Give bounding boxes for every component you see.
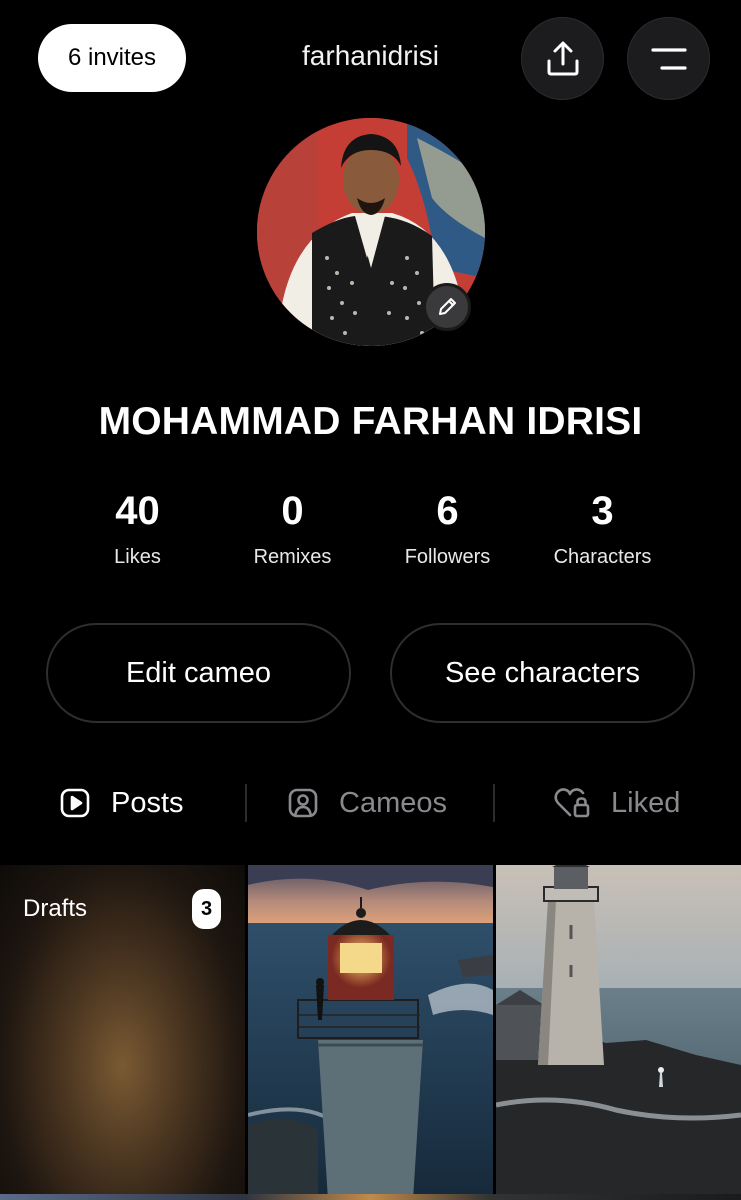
tab-liked[interactable]: Liked xyxy=(553,770,680,836)
drafts-label: Drafts xyxy=(23,895,88,922)
display-name: MOHAMMAD FARHAN IDRISI xyxy=(98,400,643,443)
profile-avatar-container[interactable] xyxy=(257,118,485,346)
stat-value: 3 xyxy=(591,489,614,533)
menu-icon xyxy=(650,47,687,70)
tab-divider xyxy=(493,784,495,822)
heart-lock-icon xyxy=(553,786,591,820)
invites-label: 6 invites xyxy=(67,44,157,71)
see-characters-button[interactable]: See characters xyxy=(390,623,695,723)
stat-value: 40 xyxy=(115,489,160,533)
tab-divider xyxy=(245,784,247,822)
post-thumbnail[interactable] xyxy=(496,865,741,1200)
share-icon xyxy=(547,41,578,75)
tab-label: Posts xyxy=(111,786,184,819)
pencil-icon xyxy=(439,298,456,315)
posts-grid: Drafts 3 xyxy=(0,865,741,1200)
next-row-thumbnails-edge xyxy=(0,1194,741,1200)
stat-characters[interactable]: 3 Characters xyxy=(525,488,680,569)
edit-cameo-label: Edit cameo xyxy=(125,656,272,689)
stat-label: Remixes xyxy=(253,546,332,568)
drafts-count-badge: 3 xyxy=(192,889,221,929)
profile-tabs: Posts Cameos Liked xyxy=(0,770,741,836)
post-thumbnail[interactable] xyxy=(248,865,493,1200)
stat-label: Followers xyxy=(404,546,491,568)
invites-button[interactable]: 6 invites xyxy=(38,24,186,92)
see-characters-label: See characters xyxy=(444,656,641,689)
person-square-icon xyxy=(287,787,319,819)
stat-followers[interactable]: 6 Followers xyxy=(370,488,525,569)
edit-avatar-button[interactable] xyxy=(423,283,471,331)
stat-remixes[interactable]: 0 Remixes xyxy=(215,488,370,569)
stat-value: 0 xyxy=(281,489,304,533)
share-button[interactable] xyxy=(521,17,604,100)
menu-button[interactable] xyxy=(627,17,710,100)
edit-cameo-button[interactable]: Edit cameo xyxy=(46,623,351,723)
tab-posts[interactable]: Posts xyxy=(59,770,184,836)
lighthouse-coast-image xyxy=(496,865,741,1200)
stat-label: Likes xyxy=(114,546,161,568)
play-square-icon xyxy=(59,787,91,819)
tab-label: Liked xyxy=(611,786,681,819)
drafts-tile[interactable]: Drafts 3 xyxy=(0,865,245,1200)
lighthouse-night-image xyxy=(248,865,493,1200)
tab-cameos[interactable]: Cameos xyxy=(287,770,447,836)
stat-value: 6 xyxy=(436,489,459,533)
stat-label: Characters xyxy=(553,546,652,568)
tab-label: Cameos xyxy=(339,786,447,819)
profile-stats: 40 Likes 0 Remixes 6 Followers 3 Charact… xyxy=(60,488,680,569)
stat-likes[interactable]: 40 Likes xyxy=(60,488,215,569)
